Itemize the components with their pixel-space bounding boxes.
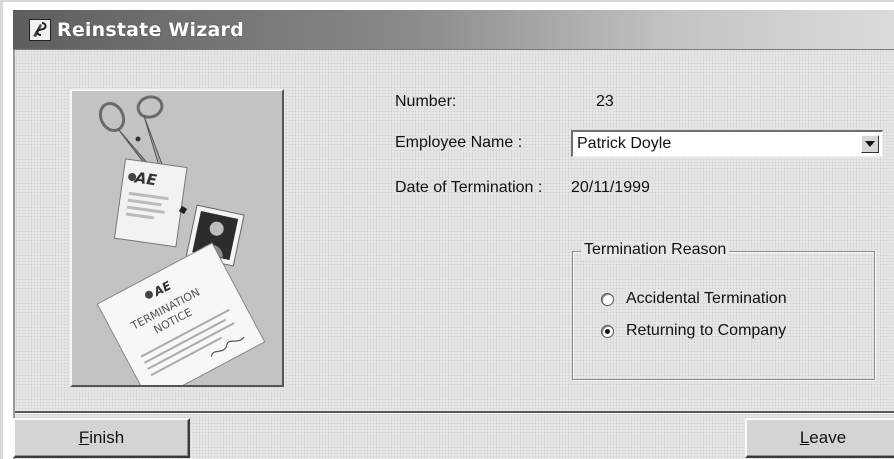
number-value: 23 xyxy=(596,93,614,110)
termination-reason-group: Termination Reason Accidental Terminatio… xyxy=(572,241,875,380)
finish-label: inish xyxy=(89,428,125,447)
radio-label: Accidental Termination xyxy=(626,290,787,307)
leave-button[interactable]: Leave xyxy=(745,418,894,458)
employee-name-value: Patrick Doyle xyxy=(577,135,672,152)
finish-button[interactable]: Finish xyxy=(13,418,190,458)
number-label: Number: xyxy=(395,93,457,110)
button-separator xyxy=(15,411,894,414)
date-of-termination-value: 20/11/1999 xyxy=(571,179,650,196)
reinstate-wizard-window: Reinstate Wizard AE AE TERMINATION NOTIC… xyxy=(0,0,894,459)
dropdown-button[interactable] xyxy=(861,135,879,153)
termination-illustration: AE AE TERMINATION NOTICE xyxy=(70,89,284,387)
picture-logo: AE xyxy=(133,168,159,189)
termination-reason-legend: Termination Reason xyxy=(581,241,730,259)
radio-label: Returning to Company xyxy=(626,322,787,339)
wizard-client-area: AE AE TERMINATION NOTICE Number: 23 Empl… xyxy=(13,50,894,459)
title-bar[interactable]: Reinstate Wizard xyxy=(13,10,894,50)
radio-button[interactable] xyxy=(601,293,614,306)
chevron-down-icon xyxy=(865,141,875,147)
window-title: Reinstate Wizard xyxy=(57,19,244,41)
employee-name-label: Employee Name : xyxy=(395,134,523,151)
app-icon[interactable] xyxy=(29,19,51,41)
radio-button-selected[interactable] xyxy=(601,325,614,338)
date-of-termination-label: Date of Termination : xyxy=(395,179,543,196)
leave-mnemonic: L xyxy=(799,428,810,447)
finish-mnemonic: F xyxy=(78,428,90,447)
employee-name-select[interactable]: Patrick Doyle xyxy=(571,130,883,157)
leave-label: eave xyxy=(809,428,847,447)
